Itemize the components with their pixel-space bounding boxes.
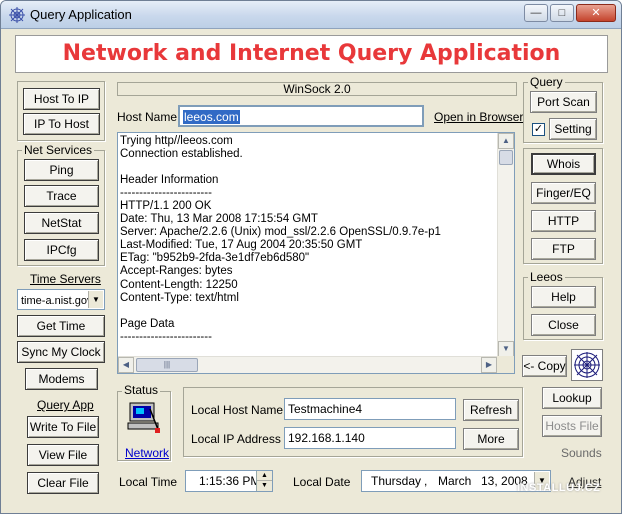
window-title: Query Application <box>30 7 132 22</box>
refresh-button[interactable]: Refresh <box>463 399 519 421</box>
clear-file-button[interactable]: Clear File <box>27 472 99 494</box>
date-day: Thursday <box>371 474 422 488</box>
local-ip-value: 192.168.1.140 <box>288 431 365 445</box>
get-time-button[interactable]: Get Time <box>17 315 105 337</box>
net-services-label: Net Services <box>22 143 95 157</box>
local-date-label: Local Date <box>293 475 351 489</box>
time-server-value: time-a.nist.gov <box>21 295 93 307</box>
local-time-picker[interactable]: 1:15:36 PM ▲ ▼ <box>185 470 273 492</box>
ping-button[interactable]: Ping <box>24 159 99 181</box>
open-in-browser-link[interactable]: Open in Browser <box>434 110 523 124</box>
spider-web-icon[interactable] <box>571 349 603 381</box>
log-line: Page Data <box>120 317 175 330</box>
computer-icon <box>127 402 160 433</box>
log-line: Last-Modified: Tue, 17 Aug 2004 20:35:50… <box>120 239 363 252</box>
vertical-scrollbar[interactable]: ▲ ▼ <box>497 133 514 357</box>
view-file-button[interactable]: View File <box>27 444 99 466</box>
horizontal-scroll-thumb[interactable]: ||| <box>136 358 198 372</box>
local-host-value: Testmachine4 <box>288 402 363 416</box>
scroll-left-icon[interactable]: ◀ <box>118 357 134 373</box>
log-line: Trying http//leeos.com <box>120 135 233 147</box>
scroll-down-icon[interactable]: ▼ <box>498 341 514 357</box>
scroll-up-icon[interactable]: ▲ <box>498 133 514 149</box>
scroll-corner <box>497 356 514 373</box>
setting-button[interactable]: Setting <box>549 118 597 140</box>
host-name-input[interactable]: leeos.com <box>178 105 424 127</box>
maximize-button[interactable]: □ <box>550 4 574 22</box>
ip-to-host-button[interactable]: IP To Host <box>23 113 100 135</box>
spin-up-icon[interactable]: ▲ <box>257 471 272 481</box>
local-time-label: Local Time <box>119 475 178 489</box>
output-log[interactable]: Trying http//leeos.com Connection establi… <box>117 132 515 374</box>
spider-web-icon <box>9 7 25 23</box>
date-month: March <box>438 474 472 488</box>
query-label: Query <box>528 75 565 89</box>
copy-button[interactable]: <- Copy <box>522 355 567 377</box>
whois-button[interactable]: Whois <box>531 153 596 175</box>
local-host-input[interactable]: Testmachine4 <box>284 398 456 420</box>
finger-button[interactable]: Finger/EQ <box>531 182 596 204</box>
app-window: Query Application — □ ✕ Network and Inte… <box>0 0 622 514</box>
sync-clock-button[interactable]: Sync My Clock <box>17 341 105 363</box>
log-line: ------------------------ <box>120 187 212 200</box>
modems-button[interactable]: Modems <box>25 368 98 390</box>
log-line: ------------------------ <box>120 330 212 343</box>
close-window-button[interactable]: ✕ <box>576 4 616 22</box>
minimize-button[interactable]: — <box>524 4 548 22</box>
sounds-label[interactable]: Sounds <box>561 446 602 460</box>
chevron-down-icon[interactable]: ▼ <box>88 291 103 308</box>
netstat-button[interactable]: NetStat <box>24 212 99 234</box>
lookup-button[interactable]: Lookup <box>542 387 602 409</box>
local-host-label: Local Host Name <box>191 403 284 417</box>
setting-checkbox[interactable]: ✓ <box>532 123 545 136</box>
port-scan-button[interactable]: Port Scan <box>530 91 597 113</box>
spin-down-icon[interactable]: ▼ <box>257 481 272 491</box>
ftp-button[interactable]: FTP <box>531 238 596 260</box>
help-button[interactable]: Help <box>531 286 596 308</box>
log-line: ETag: "b952b9-2fda-3e1df7eb6d580" <box>120 252 310 265</box>
banner-title: Network and Internet Query Application <box>15 35 608 73</box>
log-line: HTTP/1.1 200 OK <box>120 200 212 213</box>
query-app-link[interactable]: Query App <box>37 398 94 412</box>
trace-button[interactable]: Trace <box>24 185 99 207</box>
write-to-file-button[interactable]: Write To File <box>27 416 99 438</box>
hosts-file-button[interactable]: Hosts File <box>542 415 602 437</box>
horizontal-scrollbar[interactable]: ◀ ||| ▶ <box>118 356 497 373</box>
time-servers-link[interactable]: Time Servers <box>30 272 101 286</box>
close-button[interactable]: Close <box>531 314 596 336</box>
host-to-ip-button[interactable]: Host To IP <box>23 88 100 110</box>
time-spinner[interactable]: ▲ ▼ <box>256 471 272 491</box>
watermark: INSTALLUJ.CZ <box>517 482 601 494</box>
status-label: Status <box>122 383 161 397</box>
log-line: Date: Thu, 13 Mar 2008 17:15:54 GMT <box>120 213 318 226</box>
vertical-scroll-thumb[interactable] <box>499 150 513 165</box>
network-link[interactable]: Network <box>125 446 169 460</box>
title-bar[interactable]: Query Application — □ ✕ <box>1 1 621 29</box>
winsock-version: WinSock 2.0 <box>117 82 517 96</box>
local-ip-label: Local IP Address <box>191 432 281 446</box>
ipcfg-button[interactable]: IPCfg <box>24 239 99 261</box>
client-area: Network and Internet Query Application H… <box>5 29 617 511</box>
host-name-label: Host Name <box>117 110 178 124</box>
scroll-right-icon[interactable]: ▶ <box>481 357 497 373</box>
log-line: Header Information <box>120 174 219 187</box>
log-line: Connection established. <box>120 148 243 161</box>
log-line: Server: Apache/2.2.6 (Unix) mod_ssl/2.2.… <box>120 226 441 239</box>
time-server-select[interactable]: time-a.nist.gov ▼ <box>17 289 105 310</box>
log-text: Trying http//leeos.com Connection establi… <box>120 135 496 357</box>
http-button[interactable]: HTTP <box>531 210 596 232</box>
more-button[interactable]: More <box>463 428 519 450</box>
date-separator: , <box>424 474 428 488</box>
local-time-value: 1:15:36 PM <box>199 474 261 488</box>
log-line: Accept-Ranges: bytes <box>120 265 233 278</box>
log-line: Content-Length: 12250 <box>120 278 238 291</box>
local-ip-input[interactable]: 192.168.1.140 <box>284 427 456 449</box>
host-name-value: leeos.com <box>183 110 240 124</box>
leeos-label: Leeos <box>528 270 565 284</box>
log-line: Content-Type: text/html <box>120 291 239 304</box>
